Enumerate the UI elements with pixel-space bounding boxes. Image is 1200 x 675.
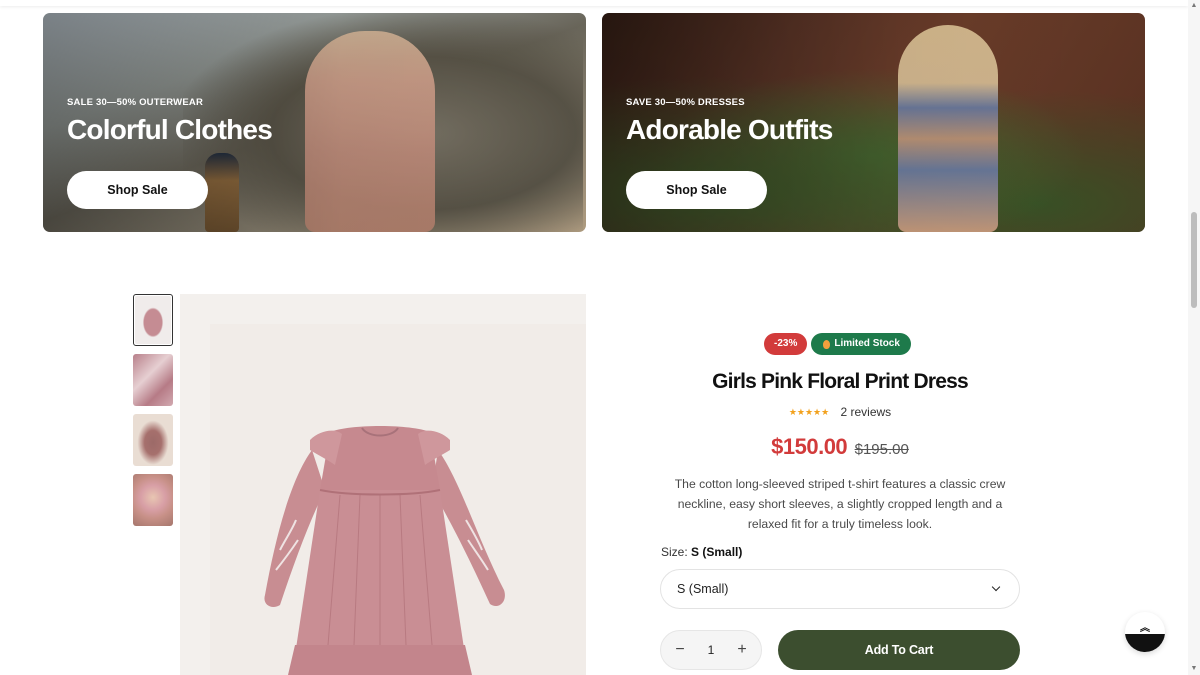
star-rating-icon: ★★★★★ <box>788 407 830 417</box>
discount-badge: -23% <box>764 333 808 355</box>
shop-sale-button[interactable]: Shop Sale <box>67 171 208 209</box>
product-badges: -23% Limited Stock <box>764 333 911 355</box>
add-to-cart-button[interactable]: Add To Cart <box>778 630 1020 670</box>
banner-title: Adorable Outfits <box>626 114 833 145</box>
scroll-to-top-button[interactable]: ︽ <box>1125 612 1165 652</box>
product-description: The cotton long-sleeved striped t-shirt … <box>674 477 1006 531</box>
banner-text: SAVE 30—50% DRESSES Adorable Outfits <box>626 97 833 146</box>
product-thumbnails <box>133 294 173 534</box>
product-thumbnail[interactable] <box>133 474 173 526</box>
quantity-value[interactable]: 1 <box>708 643 715 657</box>
scrollbar-thumb[interactable] <box>1191 212 1197 308</box>
decrease-quantity-button[interactable]: − <box>673 641 687 659</box>
banner-eyebrow: SAVE 30—50% DRESSES <box>626 97 745 108</box>
banner-eyebrow: SALE 30—50% OUTERWEAR <box>67 97 203 108</box>
product-thumbnail[interactable] <box>133 414 173 466</box>
product-title: Girls Pink Floral Print Dress <box>712 370 969 393</box>
fire-icon <box>823 339 831 349</box>
banner-text: SALE 30—50% OUTERWEAR Colorful Clothes <box>67 97 273 146</box>
size-selected-value: S (Small) <box>691 545 743 559</box>
increase-quantity-button[interactable]: + <box>735 641 749 659</box>
stock-badge-label: Limited Stock <box>834 338 900 349</box>
promo-banner-dresses[interactable]: SAVE 30—50% DRESSES Adorable Outfits Sho… <box>602 13 1145 232</box>
size-select-value: S (Small) <box>677 582 729 596</box>
size-label-text: Size: <box>661 545 688 559</box>
scroll-up-arrow-icon[interactable]: ▲ <box>1190 2 1198 10</box>
shop-sale-button[interactable]: Shop Sale <box>626 171 767 209</box>
chevron-down-icon <box>991 582 1001 592</box>
current-price: $150.00 <box>771 434 848 459</box>
size-label: Size: S (Small) <box>661 545 742 559</box>
reviews-link[interactable]: 2 reviews <box>841 405 892 419</box>
product-price: $150.00 $195.00 <box>660 434 1020 460</box>
original-price: $195.00 <box>854 441 909 458</box>
product-rating: ★★★★★ 2 reviews <box>660 405 1020 419</box>
dress-image <box>264 426 505 675</box>
product-thumbnail[interactable] <box>133 294 173 346</box>
scroll-down-arrow-icon[interactable]: ▼ <box>1190 665 1198 673</box>
page-scrollbar[interactable]: ▲ ▼ <box>1188 0 1200 675</box>
product-thumbnail[interactable] <box>133 354 173 406</box>
quantity-stepper: − 1 + <box>660 630 762 670</box>
size-select[interactable]: S (Small) <box>660 569 1020 609</box>
promo-banner-outerwear[interactable]: SALE 30—50% OUTERWEAR Colorful Clothes S… <box>43 13 586 232</box>
header-edge <box>0 0 1188 6</box>
double-chevron-up-icon: ︽ <box>1140 623 1150 634</box>
banner-title: Colorful Clothes <box>67 114 273 145</box>
limited-stock-badge: Limited Stock <box>811 333 911 355</box>
